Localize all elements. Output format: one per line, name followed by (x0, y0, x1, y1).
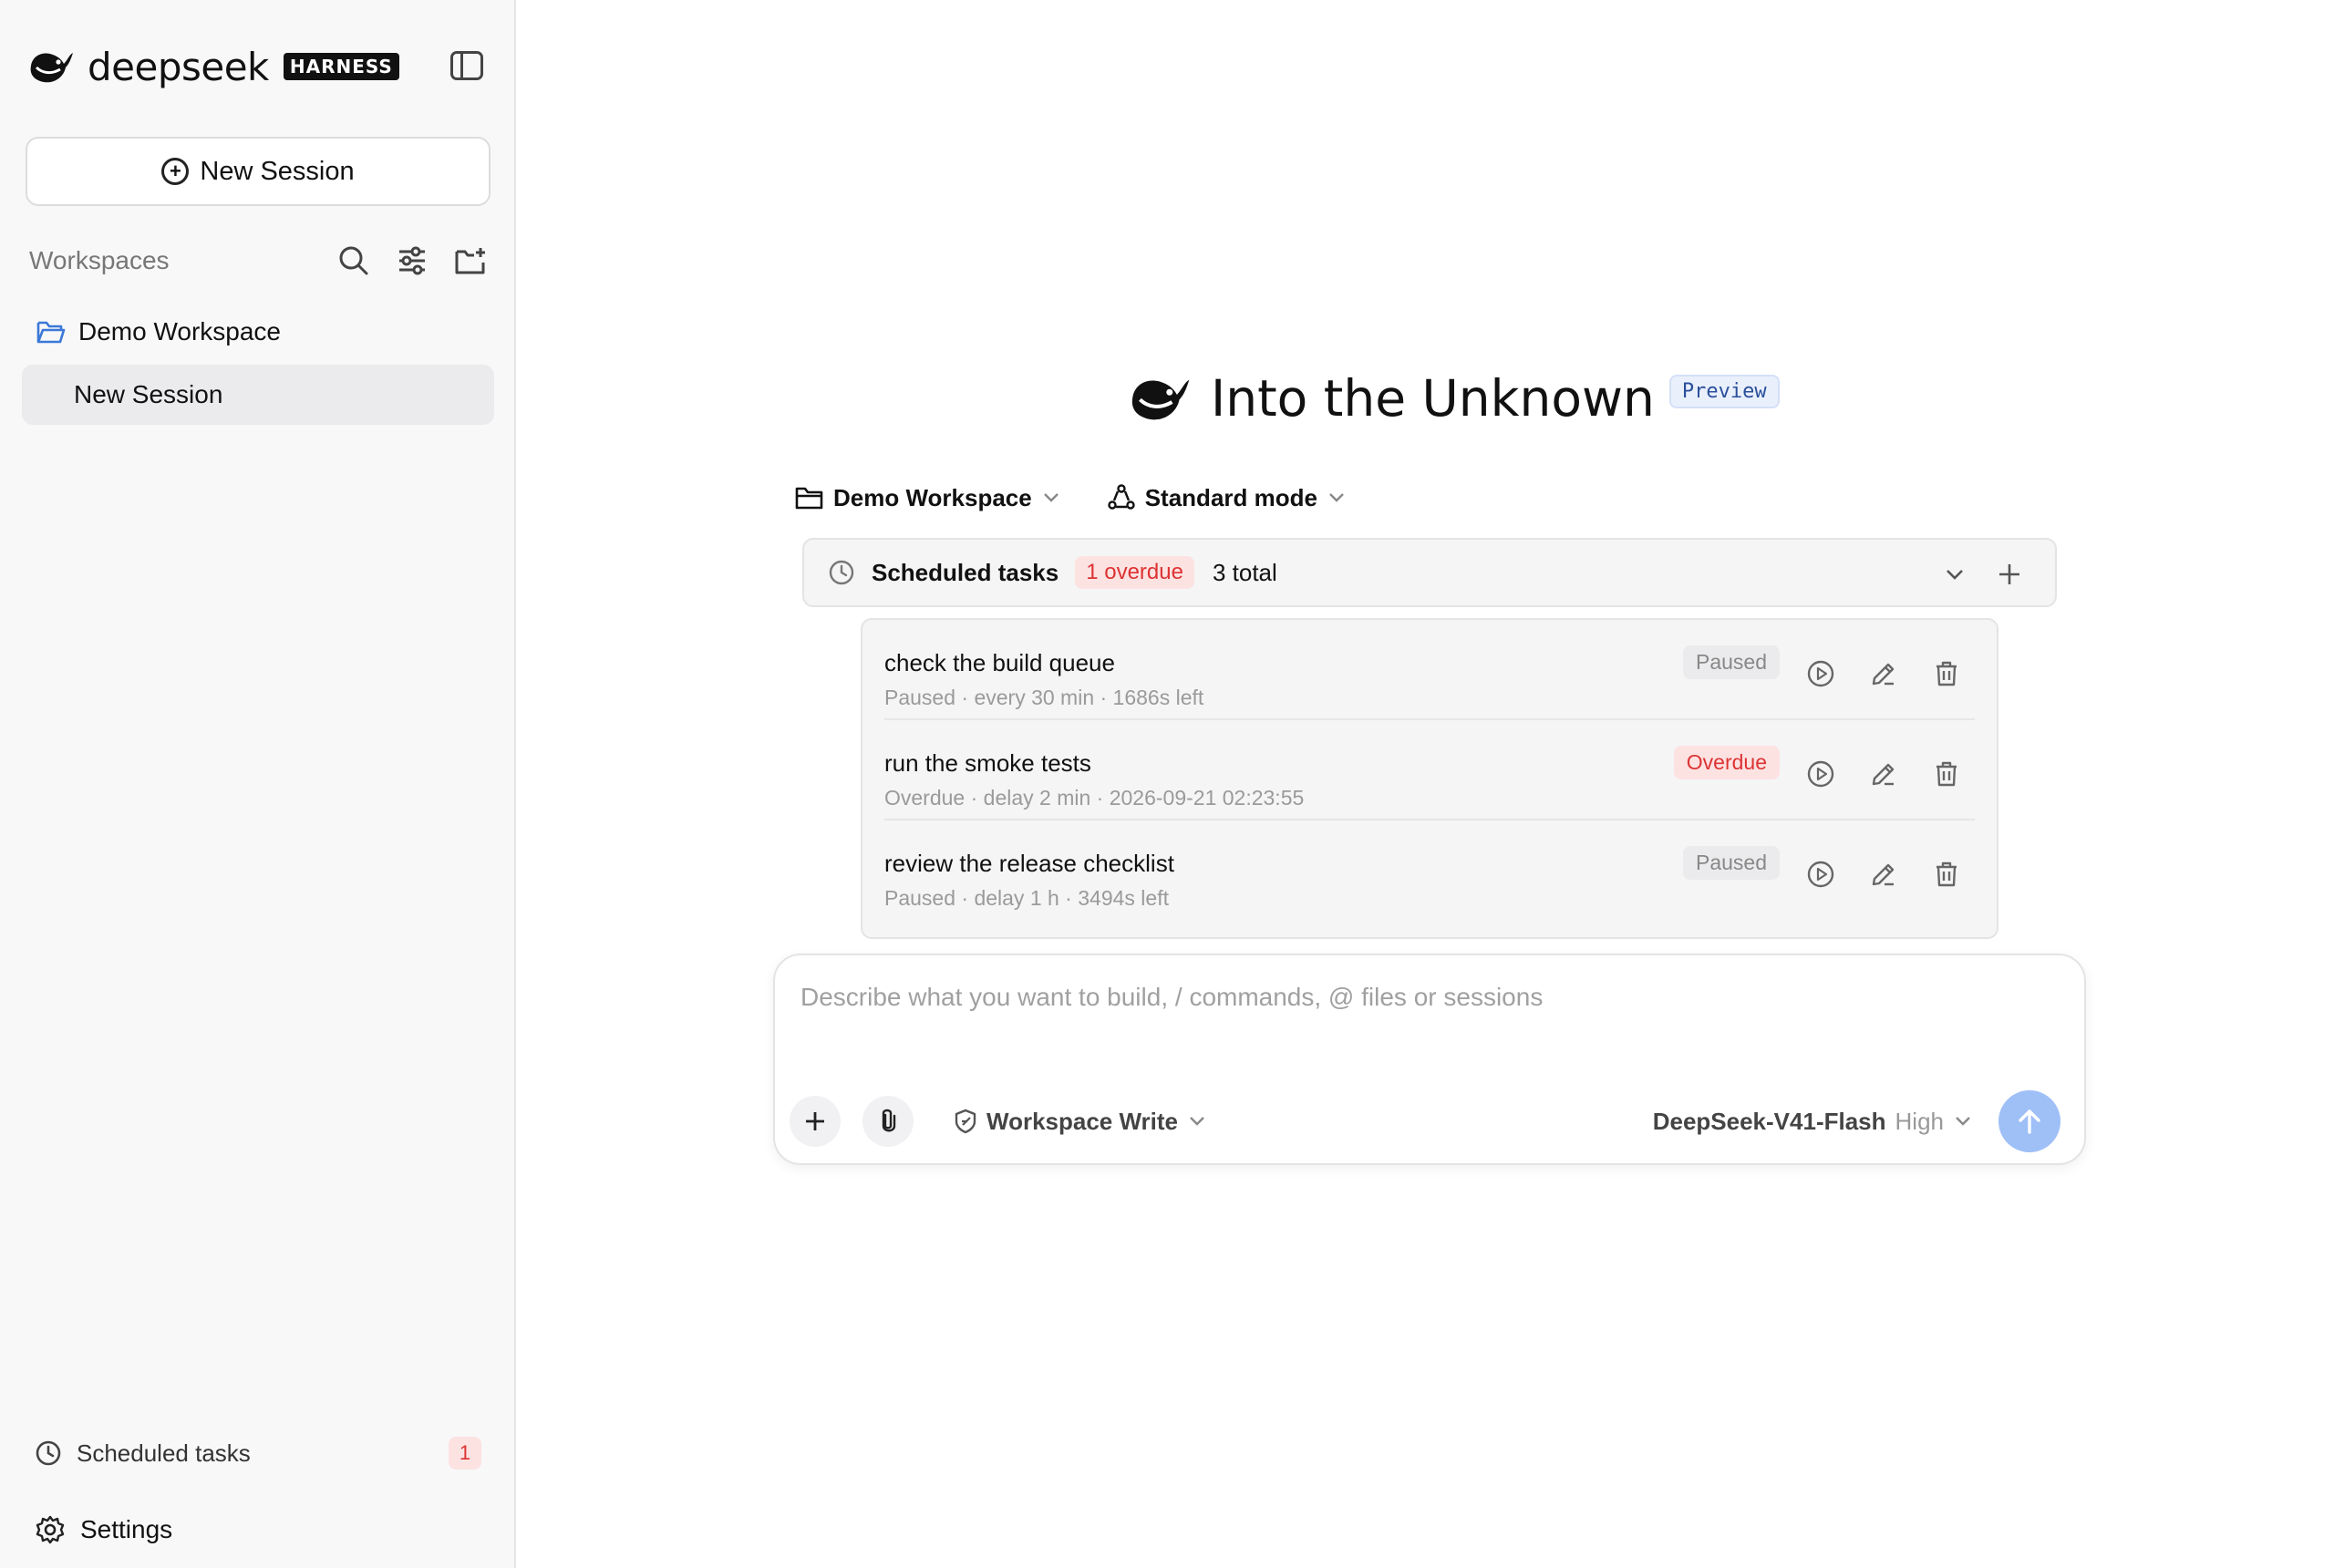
sidebar-scheduled-tasks[interactable]: Scheduled tasks 1 (35, 1433, 481, 1473)
sidebar-toggle-icon[interactable] (450, 51, 483, 80)
plus-icon (806, 1112, 824, 1130)
workspaces-label: Workspaces (29, 246, 170, 274)
trash-icon[interactable] (1931, 859, 1962, 890)
whale-logo-icon (30, 53, 73, 83)
workspace-selector-label: Demo Workspace (833, 483, 1032, 511)
plus-circle-icon: + (161, 158, 190, 185)
task-meta: Overdue · delay 2 min · 2026-09-21 02:23… (884, 786, 1305, 810)
edit-pencil-icon[interactable] (1868, 859, 1899, 890)
task-row: check the build queue Paused · every 30 … (884, 620, 1975, 720)
message-composer[interactable]: Describe what you want to build, / comma… (773, 954, 2086, 1165)
workspace-name: Demo Workspace (78, 317, 282, 346)
chevron-down-icon[interactable] (1936, 556, 1973, 593)
edit-pencil-icon[interactable] (1868, 758, 1899, 789)
task-actions (1773, 658, 1962, 689)
status-badge: Overdue (1673, 746, 1780, 779)
mode-selector[interactable]: Standard mode (1107, 483, 1354, 512)
brand-badge: HARNESS (283, 53, 399, 80)
add-task-icon[interactable] (1991, 556, 2028, 593)
filter-sliders-icon[interactable] (394, 242, 430, 279)
task-actions (1773, 859, 1962, 890)
workspaces-header: Workspaces (29, 242, 489, 279)
session-name: New Session (74, 380, 223, 408)
hero: Into the Unknown Preview (1127, 366, 1780, 430)
brand-logo: deepseek HARNESS (27, 44, 399, 89)
brand-name: deepseek (88, 44, 269, 89)
trash-icon[interactable] (1931, 658, 1962, 689)
panel-actions (1936, 556, 2028, 593)
edit-pencil-icon[interactable] (1868, 658, 1899, 689)
chevron-down-icon (1043, 493, 1059, 502)
clock-icon (829, 560, 854, 585)
whale-logo-icon (1131, 379, 1190, 420)
permission-selector[interactable]: Workspace Write (952, 1105, 1213, 1138)
scheduled-count-badge: 1 (449, 1437, 481, 1470)
workspace-selector[interactable]: Demo Workspace (795, 484, 1069, 512)
task-row: run the smoke tests Overdue · delay 2 mi… (884, 720, 1975, 820)
new-folder-icon[interactable] (452, 242, 489, 279)
add-button[interactable] (790, 1096, 841, 1147)
task-meta: Paused · every 30 min · 1686s left (884, 686, 1204, 709)
model-selector[interactable]: DeepSeek-V41-Flash High (1653, 1105, 1971, 1138)
scheduled-tasks-label: Scheduled tasks (77, 1439, 251, 1467)
trash-icon[interactable] (1931, 758, 1962, 789)
mode-selector-label: Standard mode (1144, 483, 1317, 511)
play-icon[interactable] (1805, 758, 1836, 789)
model-name: DeepSeek-V41-Flash (1652, 1107, 1886, 1135)
folder-open-icon (36, 321, 66, 344)
reasoning-level: High (1895, 1107, 1944, 1135)
status-badge: Paused (1682, 645, 1780, 679)
chevron-down-icon (1956, 1117, 1970, 1126)
task-actions (1773, 758, 1962, 789)
page-title: Into the Unknown (1211, 369, 1655, 428)
mode-cycle-icon (1108, 484, 1135, 510)
overdue-badge: 1 overdue (1075, 556, 1194, 589)
play-icon[interactable] (1805, 859, 1836, 890)
app-window: deepseek HARNESS + New Session Workspace… (0, 0, 2334, 1568)
task-list: check the build queue Paused · every 30 … (861, 618, 1998, 939)
task-title: check the build queue (884, 649, 1115, 676)
send-button[interactable] (1998, 1090, 2060, 1152)
task-row: review the release checklist Paused · de… (884, 820, 1975, 921)
sidebar-item-demo-workspace[interactable]: Demo Workspace (36, 314, 281, 350)
play-icon[interactable] (1805, 658, 1836, 689)
gear-icon (36, 1515, 65, 1544)
paperclip-icon (882, 1109, 896, 1132)
task-title: run the smoke tests (884, 749, 1091, 777)
folder-icon (795, 487, 823, 510)
new-session-button[interactable]: + New Session (26, 137, 491, 206)
attach-button[interactable] (862, 1096, 914, 1147)
new-session-label: New Session (200, 156, 355, 186)
chevron-down-icon (1190, 1117, 1204, 1126)
shield-icon (955, 1109, 976, 1134)
scheduled-panel-title: Scheduled tasks (872, 558, 1059, 586)
arrow-up-icon (2019, 1109, 2040, 1134)
clock-icon (36, 1440, 61, 1466)
sidebar-item-new-session[interactable]: New Session (22, 365, 494, 425)
task-meta: Paused · delay 1 h · 3494s left (884, 886, 1169, 910)
chevron-down-icon (1329, 493, 1344, 502)
status-badge: Paused (1682, 846, 1780, 880)
session-selectors: Demo Workspace Standard mode (795, 478, 1392, 518)
scheduled-tasks-panel[interactable]: Scheduled tasks 1 overdue 3 total (802, 538, 2057, 607)
settings-label: Settings (80, 1515, 173, 1543)
preview-badge: Preview (1668, 374, 1780, 408)
task-title: review the release checklist (884, 850, 1174, 877)
total-count: 3 total (1212, 558, 1277, 586)
sidebar: deepseek HARNESS + New Session Workspace… (0, 0, 516, 1568)
search-icon[interactable] (336, 242, 372, 279)
composer-input[interactable]: Describe what you want to build, / comma… (800, 983, 1543, 1012)
sidebar-settings[interactable]: Settings (35, 1510, 172, 1550)
permission-label: Workspace Write (986, 1107, 1179, 1135)
